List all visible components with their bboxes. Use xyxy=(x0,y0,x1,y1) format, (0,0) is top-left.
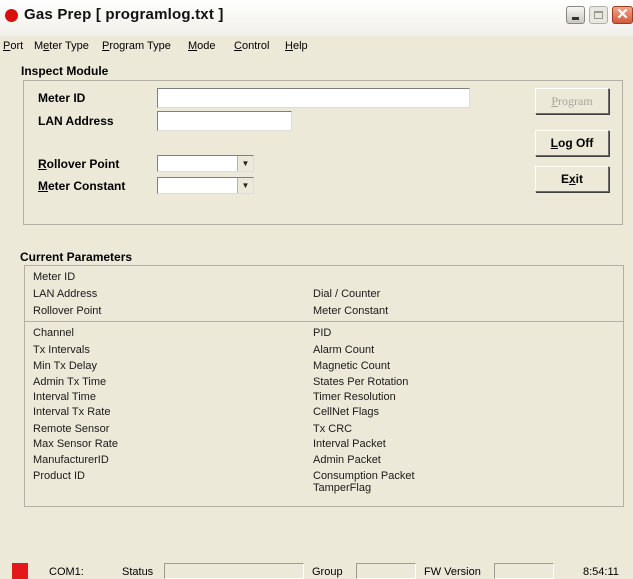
status-bar: COM1: Status Group FW Version 8:54:11 xyxy=(0,560,633,579)
chevron-down-icon[interactable]: ▼ xyxy=(237,156,253,171)
status-fw-version: FW Version xyxy=(424,566,481,578)
param-interval-time: Interval Time xyxy=(33,391,96,403)
minimize-icon xyxy=(572,17,579,20)
rollover-point-label: Rollover Point xyxy=(38,157,120,171)
maximize-button[interactable] xyxy=(589,6,608,24)
param-tx-crc: Tx CRC xyxy=(313,423,353,435)
window-title: Gas Prep [ programlog.txt ] xyxy=(24,6,224,23)
menu-help[interactable]: Help xyxy=(285,40,308,52)
lan-address-label: LAN Address xyxy=(38,114,114,128)
param-min-tx-delay: Min Tx Delay xyxy=(33,360,97,372)
lan-address-input[interactable] xyxy=(157,111,292,131)
param-timer-resolution: Timer Resolution xyxy=(313,391,396,403)
inspect-module-title: Inspect Module xyxy=(21,64,109,78)
param-rollover-point: Rollover Point xyxy=(33,305,102,317)
param-tx-intervals: Tx Intervals xyxy=(33,344,90,356)
param-states-per-rotation: States Per Rotation xyxy=(313,376,409,388)
group-panel xyxy=(356,563,416,579)
status-port: COM1: xyxy=(49,566,84,578)
menu-meter-type[interactable]: Meter Type xyxy=(34,40,89,52)
current-parameters-title: Current Parameters xyxy=(20,250,133,264)
meter-constant-label: Meter Constant xyxy=(38,179,126,193)
app-window: Gas Prep [ programlog.txt ] ✕ Port Meter… xyxy=(0,0,633,579)
param-magnetic-count: Magnetic Count xyxy=(313,360,391,372)
title-bar[interactable]: Gas Prep [ programlog.txt ] ✕ xyxy=(0,0,633,36)
close-button[interactable]: ✕ xyxy=(612,6,633,24)
menu-program-type[interactable]: Program Type xyxy=(102,40,171,52)
status-time: 8:54:11 xyxy=(583,566,619,578)
menu-bar: Port Meter Type Program Type Mode Contro… xyxy=(0,36,633,56)
status-panel xyxy=(164,563,304,579)
param-alarm-count: Alarm Count xyxy=(313,344,375,356)
param-dial-counter: Dial / Counter xyxy=(313,288,381,300)
chevron-down-icon[interactable]: ▼ xyxy=(237,178,253,193)
param-product-id: Product ID xyxy=(33,470,85,482)
param-tamper-flag: TamperFlag xyxy=(313,482,372,494)
exit-button[interactable]: Exit xyxy=(535,166,609,192)
param-meter-id: Meter ID xyxy=(33,271,76,283)
param-max-sensor-rate: Max Sensor Rate xyxy=(33,438,118,450)
log-off-button[interactable]: Log Off xyxy=(535,130,609,156)
maximize-icon xyxy=(594,11,603,19)
program-button[interactable]: Program xyxy=(535,88,609,114)
menu-port[interactable]: Port xyxy=(3,40,23,52)
param-channel: Channel xyxy=(33,327,74,339)
status-text: Status xyxy=(122,566,154,578)
meter-constant-select[interactable]: ▼ xyxy=(157,177,254,194)
param-remote-sensor: Remote Sensor xyxy=(33,423,110,435)
menu-control[interactable]: Control xyxy=(234,40,269,52)
menu-mode[interactable]: Mode xyxy=(188,40,216,52)
param-cellnet-flags: CellNet Flags xyxy=(313,406,380,418)
param-interval-packet: Interval Packet xyxy=(313,438,386,450)
minimize-button[interactable] xyxy=(566,6,585,24)
rollover-point-select[interactable]: ▼ xyxy=(157,155,254,172)
param-admin-packet: Admin Packet xyxy=(313,454,381,466)
meter-id-input[interactable] xyxy=(157,88,470,108)
param-interval-tx-rate: Interval Tx Rate xyxy=(33,406,111,418)
app-icon xyxy=(5,9,18,22)
connection-status-icon xyxy=(12,563,28,579)
param-pid: PID xyxy=(313,327,332,339)
status-group: Group xyxy=(312,566,343,578)
param-meter-constant: Meter Constant xyxy=(313,305,389,317)
param-manufacturer-id: ManufacturerID xyxy=(33,454,109,466)
meter-id-label: Meter ID xyxy=(38,91,86,105)
param-consumption-packet: Consumption Packet xyxy=(313,470,415,482)
fw-version-panel xyxy=(494,563,554,579)
param-lan-address: LAN Address xyxy=(33,288,98,300)
param-admin-tx-time: Admin Tx Time xyxy=(33,376,107,388)
